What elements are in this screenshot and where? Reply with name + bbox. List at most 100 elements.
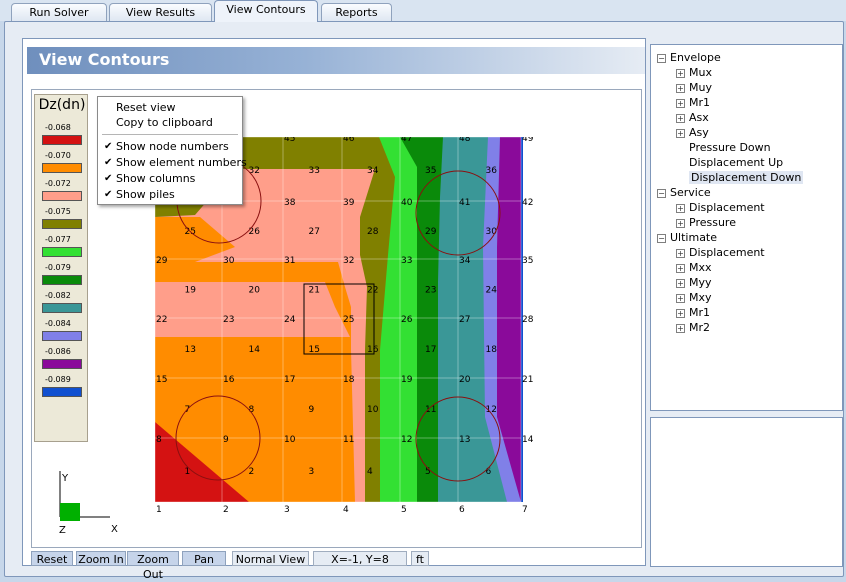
element-number: 4: [367, 467, 373, 477]
legend-swatch: [42, 303, 82, 313]
tree-node[interactable]: + Displacement: [676, 245, 765, 260]
legend-title: Dz(dn): [38, 97, 86, 113]
legend-value: -0.082: [45, 291, 71, 300]
view-mode-field: Normal View: [232, 551, 309, 566]
node-number: 11: [343, 435, 354, 445]
tree-node[interactable]: − Envelope: [657, 50, 721, 65]
node-number: 41: [459, 198, 470, 208]
tab-bar: Run Solver View Results View Contours Re…: [0, 0, 846, 22]
axis-y-label: Y: [61, 473, 69, 484]
pan-button[interactable]: Pan: [182, 551, 226, 566]
node-number: 21: [522, 375, 533, 385]
node-number: 6: [459, 505, 465, 515]
legend-swatch: [42, 275, 82, 285]
context-menu: Reset view Copy to clipboard ✔ Show node…: [97, 96, 247, 205]
tree-node-label: Pressure: [689, 216, 736, 229]
menu-show-element-numbers[interactable]: Show element numbers: [116, 156, 247, 170]
expand-icon[interactable]: +: [676, 113, 685, 123]
check-icon: ✔: [104, 189, 113, 200]
element-number: 27: [309, 227, 320, 237]
tree-node[interactable]: + Muy: [676, 80, 712, 95]
node-number: 9: [223, 435, 229, 445]
element-number: 34: [367, 166, 379, 176]
reset-button[interactable]: Reset: [31, 551, 73, 566]
results-tree[interactable]: − Envelope + Mux + Muy + Mr1 + Asx + Asy Pressure Do…: [650, 44, 843, 411]
expand-icon[interactable]: +: [676, 98, 685, 108]
tree-node[interactable]: − Service: [657, 185, 711, 200]
tree-node[interactable]: Displacement Down: [689, 170, 804, 185]
tree-node-label: Mr2: [689, 321, 711, 334]
element-number: 29: [425, 227, 437, 237]
node-number: 46: [343, 137, 355, 144]
expand-icon[interactable]: +: [676, 83, 685, 93]
node-number: 33: [401, 256, 412, 266]
legend-value: -0.070: [45, 151, 71, 160]
tree-node[interactable]: + Asx: [676, 110, 709, 125]
tree-node[interactable]: + Asy: [676, 125, 709, 140]
menu-show-node-numbers[interactable]: Show node numbers: [116, 140, 229, 154]
tree-node[interactable]: + Pressure: [676, 215, 736, 230]
legend-swatch: [42, 135, 82, 145]
tree-node[interactable]: Displacement Up: [689, 155, 783, 170]
expand-icon[interactable]: +: [676, 128, 685, 138]
tree-node[interactable]: + Mxx: [676, 260, 712, 275]
zoom-in-button[interactable]: Zoom In: [76, 551, 126, 566]
legend-value: -0.072: [45, 179, 71, 188]
menu-separator: [102, 134, 238, 135]
tree-node[interactable]: Pressure Down: [689, 140, 771, 155]
tab-view-results[interactable]: View Results: [109, 3, 212, 21]
menu-reset-view[interactable]: Reset view: [116, 101, 176, 115]
expand-icon[interactable]: +: [676, 263, 685, 273]
collapse-icon[interactable]: −: [657, 188, 666, 198]
menu-show-piles[interactable]: Show piles: [116, 188, 175, 202]
node-number: 5: [401, 505, 407, 515]
legend-value: -0.089: [45, 375, 71, 384]
expand-icon[interactable]: +: [676, 323, 685, 333]
tree-node-label: Asy: [689, 126, 709, 139]
node-number: 10: [284, 435, 296, 445]
panel-header: View Contours: [27, 47, 645, 74]
tree-node-label: Muy: [689, 81, 712, 94]
tree-node[interactable]: + Displacement: [676, 200, 765, 215]
node-number: 20: [459, 375, 471, 385]
node-number: 8: [156, 435, 162, 445]
node-number: 38: [284, 198, 296, 208]
expand-icon[interactable]: +: [676, 293, 685, 303]
node-number: 28: [522, 315, 534, 325]
element-number: 2: [249, 467, 255, 477]
expand-icon[interactable]: +: [676, 68, 685, 78]
axis-x-label: X: [111, 524, 118, 535]
element-number: 3: [309, 467, 315, 477]
zoom-out-button[interactable]: Zoom Out: [127, 551, 179, 581]
expand-icon[interactable]: +: [676, 248, 685, 258]
expand-icon[interactable]: +: [676, 218, 685, 228]
tree-node[interactable]: + Mxy: [676, 290, 712, 305]
expand-icon[interactable]: +: [676, 308, 685, 318]
node-number: 39: [343, 198, 355, 208]
tree-node[interactable]: + Mr1: [676, 95, 710, 110]
node-number: 34: [459, 256, 471, 266]
legend-swatch: [42, 191, 82, 201]
tree-node[interactable]: − Ultimate: [657, 230, 717, 245]
check-icon: ✔: [104, 157, 113, 168]
legend-swatch: [42, 359, 82, 369]
tree-node[interactable]: + Mr1: [676, 305, 710, 320]
collapse-icon[interactable]: −: [657, 233, 666, 243]
collapse-icon[interactable]: −: [657, 53, 666, 63]
node-number: 40: [401, 198, 413, 208]
menu-show-columns[interactable]: Show columns: [116, 172, 195, 186]
tab-run-solver[interactable]: Run Solver: [11, 3, 107, 21]
tree-node-label: Ultimate: [670, 231, 718, 244]
expand-icon[interactable]: +: [676, 278, 685, 288]
tree-node-label: Pressure Down: [689, 141, 771, 154]
tree-node-label: Envelope: [670, 51, 721, 64]
tree-node[interactable]: + Mr2: [676, 320, 710, 335]
tree-node[interactable]: + Mux: [676, 65, 712, 80]
tab-view-contours[interactable]: View Contours: [214, 0, 318, 22]
legend-value: -0.084: [45, 319, 71, 328]
menu-copy-clipboard[interactable]: Copy to clipboard: [116, 116, 213, 130]
tree-node[interactable]: + Myy: [676, 275, 712, 290]
expand-icon[interactable]: +: [676, 203, 685, 213]
tab-reports[interactable]: Reports: [321, 3, 392, 21]
legend-value: -0.086: [45, 347, 71, 356]
